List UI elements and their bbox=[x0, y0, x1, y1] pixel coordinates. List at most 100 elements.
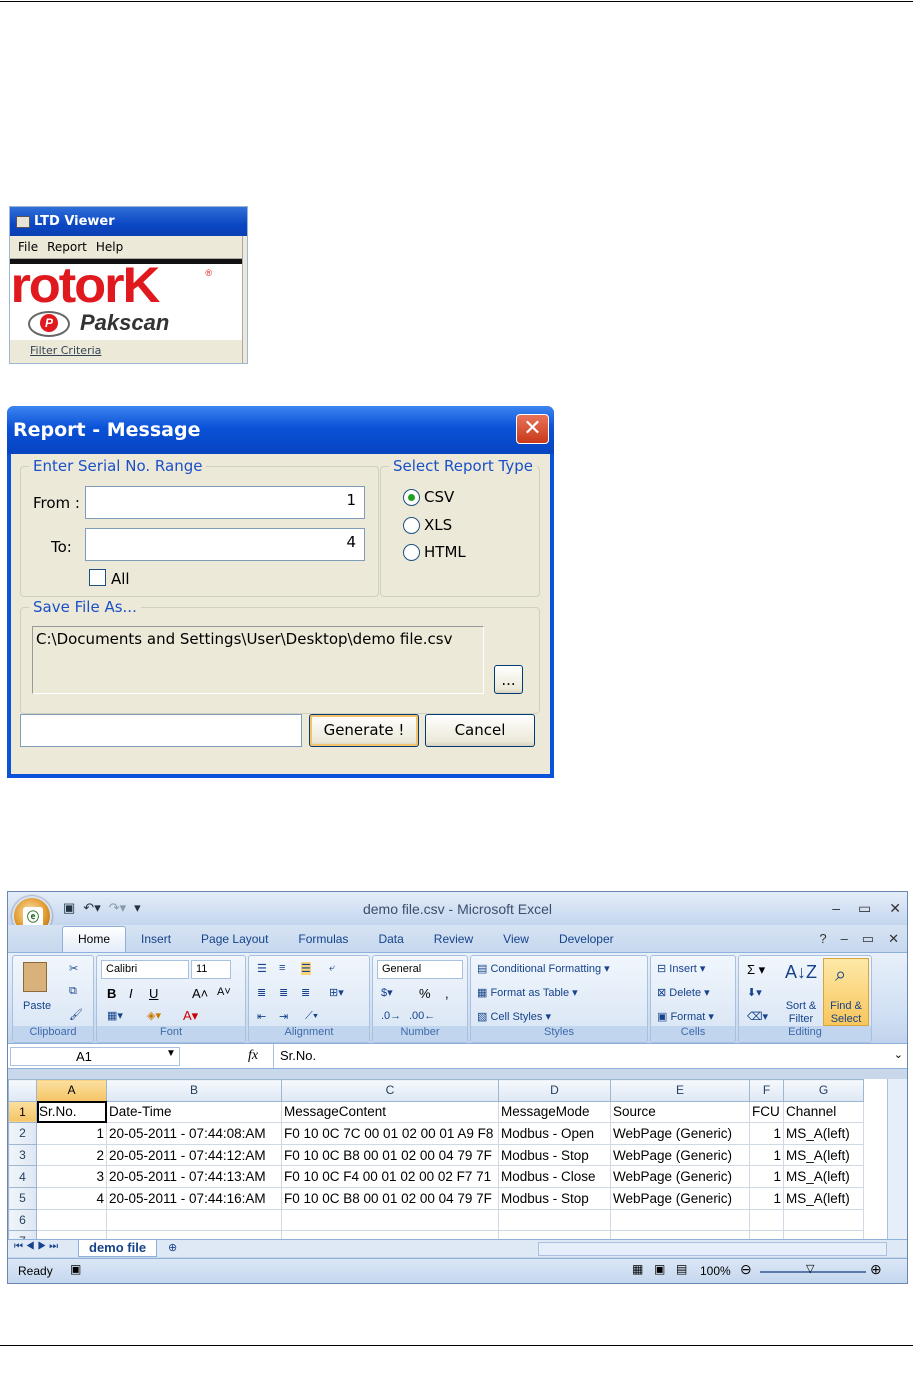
vertical-scrollbar[interactable] bbox=[887, 1079, 907, 1239]
menu-file[interactable]: File bbox=[18, 240, 38, 254]
sort-filter-button[interactable]: Sort & Filter bbox=[781, 1000, 821, 1026]
ribbon-close-icon[interactable]: ✕ bbox=[888, 931, 899, 947]
minimize-icon[interactable]: – bbox=[832, 900, 840, 917]
table-cell[interactable]: WebPage (Generic) bbox=[610, 1186, 750, 1210]
zoom-slider-thumb[interactable]: ▽ bbox=[806, 1262, 814, 1275]
table-cell[interactable] bbox=[498, 1208, 611, 1232]
table-cell[interactable] bbox=[36, 1208, 107, 1232]
help-icon[interactable]: ? bbox=[819, 931, 826, 947]
table-cell[interactable]: Sr.No. bbox=[36, 1100, 107, 1124]
table-cell[interactable]: F0 10 0C B8 00 01 02 00 04 79 7F bbox=[281, 1143, 499, 1167]
delete-cells-button[interactable]: ⊠ Delete ▾ bbox=[657, 986, 710, 999]
row-header[interactable]: 5 bbox=[8, 1186, 37, 1210]
bold-icon[interactable]: B bbox=[107, 986, 116, 1001]
from-input[interactable]: 1 bbox=[85, 486, 365, 519]
column-header-f[interactable]: F bbox=[749, 1079, 784, 1102]
row-header[interactable]: 6 bbox=[8, 1208, 37, 1232]
paste-icon[interactable] bbox=[23, 962, 47, 992]
orientation-icon[interactable]: ⟋▾ bbox=[305, 1010, 318, 1023]
format-as-table-button[interactable]: ▦ Format as Table ▾ bbox=[477, 986, 578, 999]
table-cell[interactable] bbox=[783, 1230, 864, 1239]
table-cell[interactable]: Source bbox=[610, 1100, 750, 1124]
column-header-d[interactable]: D bbox=[498, 1079, 611, 1102]
table-cell[interactable] bbox=[610, 1208, 750, 1232]
table-cell[interactable] bbox=[749, 1208, 784, 1232]
to-input[interactable]: 4 bbox=[85, 528, 365, 561]
table-cell[interactable]: MS_A(left) bbox=[783, 1186, 864, 1210]
cut-icon[interactable]: ✂ bbox=[69, 962, 78, 975]
comma-style-icon[interactable]: , bbox=[445, 986, 449, 1001]
tab-home[interactable]: Home bbox=[62, 926, 127, 952]
page-break-view-icon[interactable]: ▤ bbox=[676, 1262, 687, 1276]
decrease-decimal-icon[interactable]: .00← bbox=[409, 1010, 435, 1022]
sheet-nav-icons[interactable]: ⏮ ◀ ▶ ⏭ bbox=[14, 1241, 58, 1252]
increase-decimal-icon[interactable]: .0→ bbox=[381, 1010, 401, 1022]
insert-sheet-icon[interactable]: ⊕ bbox=[168, 1241, 177, 1254]
column-header-b[interactable]: B bbox=[106, 1079, 282, 1102]
column-header-a[interactable]: A bbox=[36, 1079, 107, 1102]
fill-icon[interactable]: ⬇▾ bbox=[747, 986, 762, 999]
paste-button[interactable]: Paste bbox=[23, 1000, 51, 1012]
browse-button[interactable]: ... bbox=[494, 665, 523, 694]
format-painter-icon[interactable]: 🖌 bbox=[69, 1008, 83, 1021]
copy-icon[interactable]: ⧉ bbox=[69, 985, 77, 998]
table-cell[interactable]: 1 bbox=[749, 1122, 784, 1145]
table-cell[interactable]: Modbus - Stop bbox=[498, 1143, 611, 1167]
table-cell[interactable]: 20-05-2011 - 07:44:16:AM bbox=[106, 1186, 282, 1210]
table-cell[interactable] bbox=[749, 1230, 784, 1239]
table-cell[interactable]: WebPage (Generic) bbox=[610, 1122, 750, 1145]
tab-data[interactable]: Data bbox=[363, 932, 418, 952]
table-cell[interactable]: Channel bbox=[783, 1100, 864, 1124]
zoom-level[interactable]: 100% bbox=[700, 1264, 731, 1278]
radio-xls-indicator[interactable] bbox=[403, 516, 420, 534]
radio-xls[interactable]: XLS bbox=[403, 516, 452, 534]
font-size-select[interactable]: 11 bbox=[191, 960, 231, 979]
table-cell[interactable]: Modbus - Open bbox=[498, 1122, 611, 1145]
table-cell[interactable]: MessageContent bbox=[281, 1100, 499, 1124]
table-cell[interactable]: F0 10 0C 7C 00 01 02 00 01 A9 F8 bbox=[281, 1122, 499, 1145]
percent-icon[interactable]: % bbox=[419, 986, 431, 1001]
table-cell[interactable] bbox=[498, 1230, 611, 1239]
autosum-icon[interactable]: Σ ▾ bbox=[747, 962, 765, 978]
table-cell[interactable]: MS_A(left) bbox=[783, 1122, 864, 1145]
italic-icon[interactable]: I bbox=[129, 986, 133, 1001]
table-cell[interactable]: WebPage (Generic) bbox=[610, 1165, 750, 1188]
table-cell[interactable]: 20-05-2011 - 07:44:08:AM bbox=[106, 1122, 282, 1145]
formula-input[interactable]: Sr.No. bbox=[273, 1044, 887, 1068]
align-middle-icon[interactable]: ≡ bbox=[279, 962, 285, 974]
font-name-select[interactable]: Calibri bbox=[101, 960, 189, 979]
row-header[interactable]: 7 bbox=[8, 1230, 37, 1239]
tab-view[interactable]: View bbox=[488, 932, 544, 952]
accounting-format-icon[interactable]: $▾ bbox=[381, 986, 393, 999]
sheet-tab-demo-file[interactable]: demo file bbox=[78, 1240, 158, 1257]
insert-cells-button[interactable]: ⊟ Insert ▾ bbox=[657, 962, 705, 975]
tab-formulas[interactable]: Formulas bbox=[283, 932, 363, 952]
expand-formula-bar-icon[interactable]: ⌄ bbox=[894, 1048, 903, 1061]
fill-color-icon[interactable]: ◈▾ bbox=[147, 1009, 161, 1022]
page-layout-view-icon[interactable]: ▣ bbox=[654, 1262, 665, 1276]
table-cell[interactable]: 20-05-2011 - 07:44:12:AM bbox=[106, 1143, 282, 1167]
decrease-indent-icon[interactable]: ⇤ bbox=[257, 1010, 266, 1023]
row-header[interactable]: 2 bbox=[8, 1122, 37, 1145]
normal-view-icon[interactable]: ▦ bbox=[632, 1262, 643, 1276]
align-left-icon[interactable]: ≣ bbox=[257, 986, 266, 999]
table-cell[interactable]: MS_A(left) bbox=[783, 1165, 864, 1188]
menu-report[interactable]: Report bbox=[47, 240, 87, 254]
table-cell[interactable]: FCU bbox=[749, 1100, 784, 1124]
radio-html[interactable]: HTML bbox=[403, 543, 466, 561]
table-cell[interactable]: 3 bbox=[36, 1165, 107, 1188]
name-box-dropdown-icon[interactable]: ▼ bbox=[166, 1048, 176, 1059]
row-header[interactable]: 1 bbox=[8, 1100, 37, 1124]
table-cell[interactable]: 2 bbox=[36, 1143, 107, 1167]
table-cell[interactable]: 4 bbox=[36, 1186, 107, 1210]
column-header-g[interactable]: G bbox=[783, 1079, 864, 1102]
ribbon-restore-icon[interactable]: ▭ bbox=[862, 931, 874, 947]
shrink-font-icon[interactable]: A˅ bbox=[217, 986, 231, 998]
table-cell[interactable] bbox=[610, 1230, 750, 1239]
table-cell[interactable]: F0 10 0C F4 00 01 02 00 02 F7 71 bbox=[281, 1165, 499, 1188]
radio-csv-indicator[interactable] bbox=[403, 488, 420, 506]
sort-filter-icon[interactable]: A↓Z bbox=[785, 962, 817, 983]
table-cell[interactable]: 1 bbox=[36, 1122, 107, 1145]
format-cells-button[interactable]: ▣ Format ▾ bbox=[657, 1010, 714, 1023]
table-cell[interactable]: MS_A(left) bbox=[783, 1143, 864, 1167]
